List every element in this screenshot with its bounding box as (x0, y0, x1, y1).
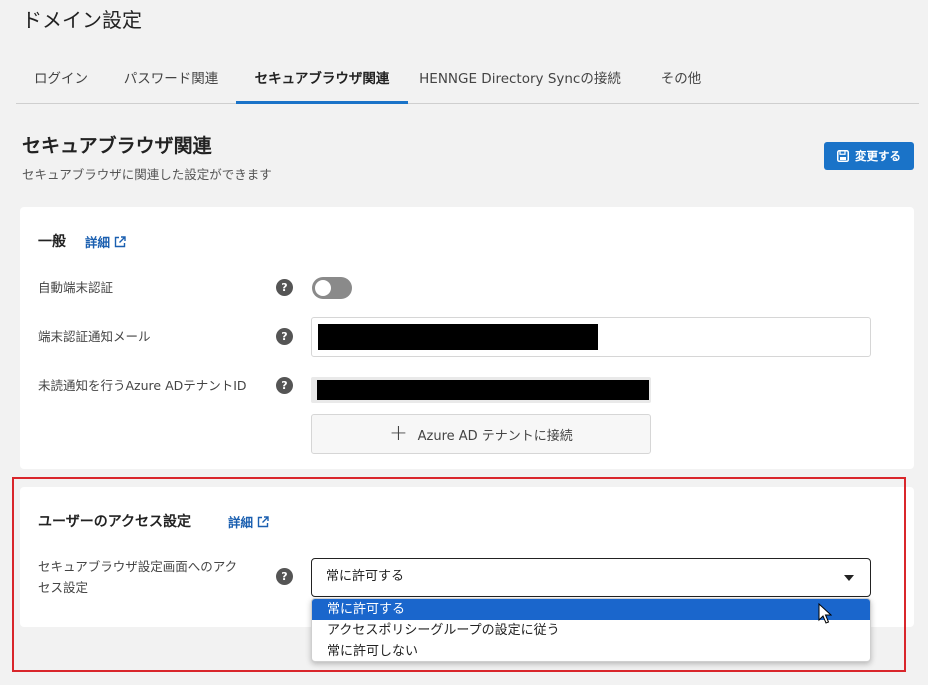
tenant-id-help-icon[interactable]: ? (276, 377, 293, 394)
general-card: 一般 詳細 自動端末認証 ? 端末認証通知メール ? 未読通知を行うAzure … (20, 207, 914, 469)
highlight-annotation-box (12, 477, 906, 672)
redacted-block (317, 380, 649, 400)
plus-icon: + (389, 421, 408, 446)
connect-azure-button[interactable]: + Azure AD テナントに接続 (311, 414, 651, 454)
save-icon (837, 150, 849, 162)
page-title: ドメイン設定 (22, 8, 142, 32)
tab-bar: ログイン パスワード関連 セキュアブラウザ関連 HENNGE Directory… (16, 62, 919, 104)
auto-auth-help-icon[interactable]: ? (276, 279, 293, 296)
tenant-id-label: 未読通知を行うAzure ADテナントID (38, 378, 247, 393)
tab-secure-browser[interactable]: セキュアブラウザ関連 (236, 62, 408, 104)
save-button-label: 変更する (855, 149, 901, 163)
section-description: セキュアブラウザに関連した設定ができます (22, 167, 272, 182)
general-heading: 一般 (38, 234, 66, 250)
notify-mail-label: 端末認証通知メール (38, 329, 151, 344)
mouse-cursor-icon (818, 603, 832, 624)
tab-other[interactable]: その他 (640, 62, 722, 103)
connect-azure-label: Azure AD テナントに接続 (417, 428, 573, 444)
section-title: セキュアブラウザ関連 (22, 135, 212, 157)
tenant-id-value (311, 377, 651, 403)
save-button[interactable]: 変更する (824, 142, 914, 170)
notify-mail-field[interactable] (311, 317, 871, 357)
general-detail-link[interactable]: 詳細 (85, 232, 126, 251)
general-detail-label: 詳細 (85, 235, 111, 250)
tab-password[interactable]: パスワード関連 (112, 62, 230, 103)
redacted-block (318, 324, 598, 350)
tab-login[interactable]: ログイン (16, 62, 106, 103)
external-link-icon (114, 235, 126, 247)
notify-mail-help-icon[interactable]: ? (276, 328, 293, 345)
auto-auth-label: 自動端末認証 (38, 280, 114, 295)
auto-auth-toggle[interactable] (312, 277, 352, 299)
tab-directory-sync[interactable]: HENNGE Directory Syncの接続 (414, 62, 626, 103)
